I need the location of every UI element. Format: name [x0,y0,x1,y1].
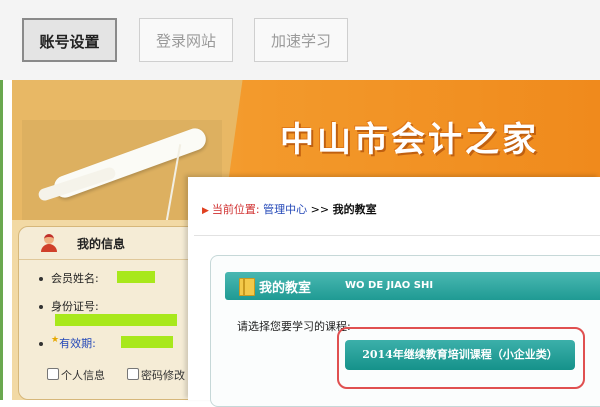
change-password-link[interactable]: 密码修改 [127,367,185,383]
panel-title: 我的信息 [77,237,126,251]
classroom-subtitle: WO DE JIAO SHI [345,280,434,291]
expiry-row: ★有效期: [39,335,96,351]
content-panel: ▶ 当前位置: 管理中心 >> 我的教室 我的教室 WO DE JIAO SHI … [188,177,600,407]
breadcrumb-current: 我的教室 [332,203,377,216]
bullet-icon [39,277,43,281]
login-site-button[interactable]: 登录网站 [139,18,233,62]
id-number-value-redacted [55,314,177,326]
top-toolbar: 账号设置 登录网站 加速学习 [0,0,600,80]
id-number-row: 身份证号: [39,298,99,314]
user-icon [41,234,57,252]
breadcrumb-separator: >> [310,203,330,216]
sidebar: 我的信息 会员姓名: 身份证号: ★有效期: 个人信息 密码修改 [12,220,220,400]
id-number-label: 身份证号: [51,300,99,313]
breadcrumb: ▶ 当前位置: 管理中心 >> 我的教室 [202,201,377,217]
arrow-icon: ▶ [202,206,209,216]
lock-icon [127,368,139,380]
member-name-value-redacted [117,271,155,283]
course-prompt: 请选择您要学习的课程: [237,320,351,333]
star-icon: ★ [51,335,60,345]
bullet-icon [39,342,43,346]
expiry-value-redacted [121,336,173,348]
personal-info-link[interactable]: 个人信息 [47,367,105,383]
breadcrumb-link-admin[interactable]: 管理中心 [263,203,307,216]
classroom-box: 我的教室 WO DE JIAO SHI 请选择您要学习的课程: 2014年继续教… [210,255,600,407]
bullet-icon [39,305,43,309]
account-settings-button[interactable]: 账号设置 [22,18,117,62]
accelerate-learning-button[interactable]: 加速学习 [254,18,348,62]
classroom-title: 我的教室 [259,281,312,296]
site-title: 中山市会计之家 [280,120,539,160]
book-icon [239,278,255,296]
expiry-label: 有效期: [59,337,96,350]
divider [194,235,600,236]
personal-info-label: 个人信息 [61,369,105,382]
highlight-annotation [337,327,585,389]
person-icon [47,368,59,380]
breadcrumb-prefix: 当前位置: [211,203,260,216]
member-name-row: 会员姓名: [39,270,99,286]
change-password-label: 密码修改 [141,369,185,382]
member-name-label: 会员姓名: [51,272,99,285]
